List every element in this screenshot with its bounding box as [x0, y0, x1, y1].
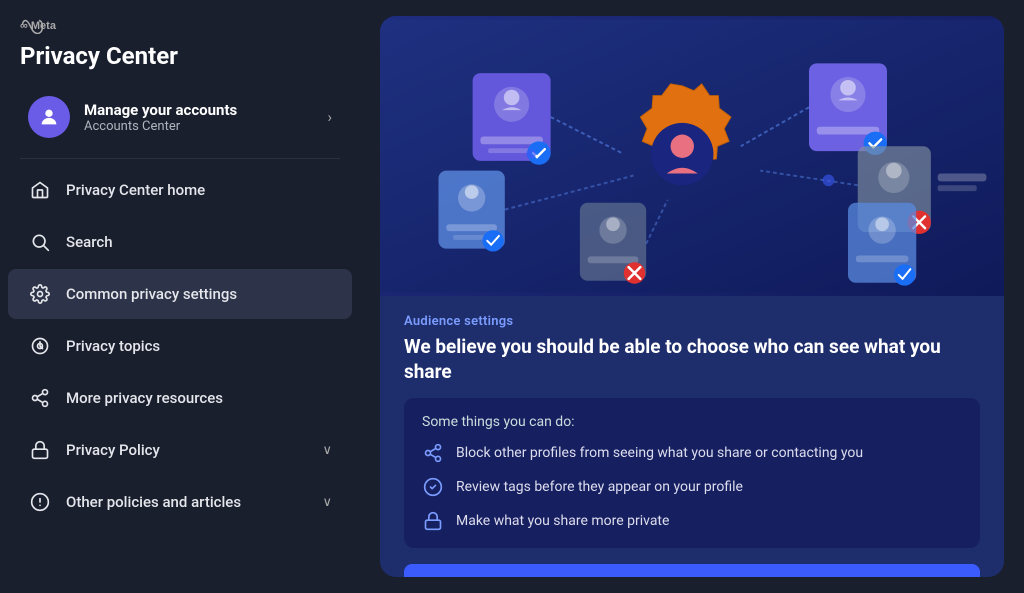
hero-illustration: [380, 16, 1004, 296]
sidebar-item-other[interactable]: Other policies and articles ∨: [8, 477, 352, 527]
gear-icon: [28, 282, 52, 306]
info-icon: [28, 490, 52, 514]
sidebar-item-topics-label: Privacy topics: [66, 337, 160, 355]
sidebar-item-resources-label: More privacy resources: [66, 389, 223, 407]
manage-audience-button[interactable]: Manage audience settings: [404, 564, 980, 577]
things-title: Some things you can do:: [422, 414, 962, 430]
chevron-down-icon-2: ∨: [322, 495, 332, 510]
thing-text-0: Block other profiles from seeing what yo…: [456, 445, 863, 461]
section-heading: We believe you should be able to choose …: [404, 335, 980, 384]
thing-item-1: Review tags before they appear on your p…: [422, 476, 962, 498]
share-icon: [28, 386, 52, 410]
block-icon: [422, 442, 444, 464]
accounts-sub-label: Accounts Center: [84, 119, 237, 134]
sidebar-item-home[interactable]: Privacy Center home: [8, 165, 352, 215]
sidebar-item-search-label: Search: [66, 233, 113, 251]
avatar: [28, 96, 70, 138]
sidebar-item-home-label: Privacy Center home: [66, 181, 205, 199]
sidebar-item-common-label: Common privacy settings: [66, 285, 237, 303]
tag-icon: [422, 476, 444, 498]
sidebar-item-other-label: Other policies and articles: [66, 493, 241, 511]
sidebar-item-search[interactable]: Search: [8, 217, 352, 267]
things-box: Some things you can do: Block other prof…: [404, 398, 980, 548]
private-icon: [422, 510, 444, 532]
shield-icon: [28, 334, 52, 358]
home-icon: [28, 178, 52, 202]
main-content: Audience settings We believe you should …: [360, 0, 1024, 593]
content-card: Audience settings We believe you should …: [380, 16, 1004, 577]
sidebar-item-policy[interactable]: Privacy Policy ∨: [8, 425, 352, 475]
sidebar-item-policy-label: Privacy Policy: [66, 441, 160, 459]
thing-text-2: Make what you share more private: [456, 513, 669, 529]
lock-icon: [28, 438, 52, 462]
section-label: Audience settings: [404, 314, 980, 329]
chevron-right-icon: ›: [327, 108, 332, 126]
thing-item-0: Block other profiles from seeing what yo…: [422, 442, 962, 464]
divider: [20, 158, 340, 159]
content-body: Audience settings We believe you should …: [380, 296, 1004, 577]
sidebar-item-common[interactable]: Common privacy settings: [8, 269, 352, 319]
chevron-down-icon: ∨: [322, 443, 332, 458]
sidebar-item-resources[interactable]: More privacy resources: [8, 373, 352, 423]
thing-text-1: Review tags before they appear on your p…: [456, 479, 743, 495]
accounts-center-item[interactable]: Manage your accounts Accounts Center ›: [8, 86, 352, 148]
sidebar-nav: Privacy Center home Search Common privac…: [0, 165, 360, 527]
sidebar-item-topics[interactable]: Privacy topics: [8, 321, 352, 371]
meta-logo: ∞ Meta: [0, 16, 360, 38]
sidebar: ∞ Meta Privacy Center Manage your accoun…: [0, 0, 360, 593]
svg-text:∞ Meta: ∞ Meta: [20, 20, 57, 32]
sidebar-title: Privacy Center: [0, 38, 360, 86]
search-icon: [28, 230, 52, 254]
accounts-text: Manage your accounts Accounts Center: [84, 101, 237, 134]
thing-item-2: Make what you share more private: [422, 510, 962, 532]
accounts-main-label: Manage your accounts: [84, 101, 237, 119]
